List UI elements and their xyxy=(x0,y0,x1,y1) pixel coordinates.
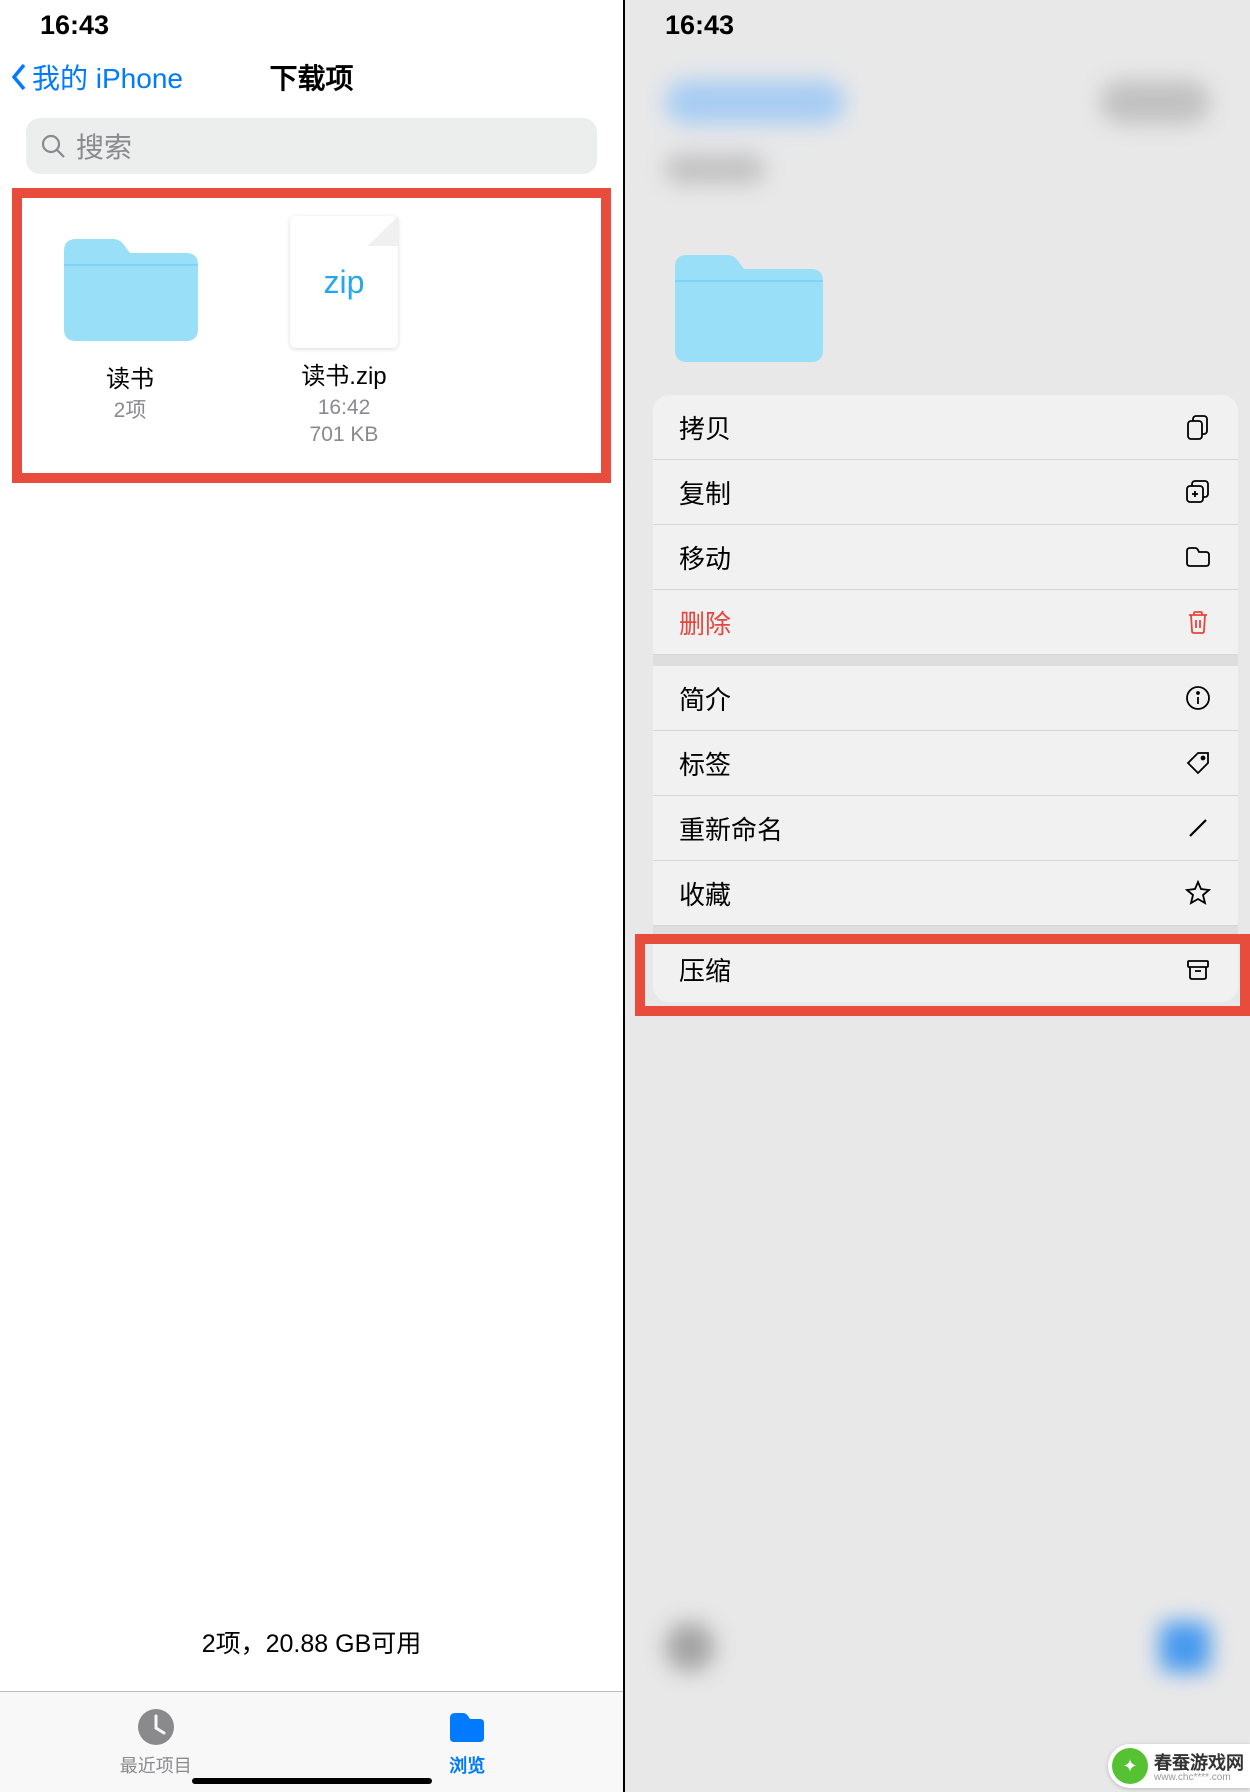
menu-label: 删除 xyxy=(679,604,731,641)
search-placeholder: 搜索 xyxy=(76,126,132,166)
tab-bar: 最近项目 浏览 xyxy=(0,1692,623,1792)
info-icon xyxy=(1184,684,1212,712)
menu-item-tags[interactable]: 标签 xyxy=(653,731,1238,796)
zip-file-name: 读书.zip xyxy=(301,356,386,391)
archive-icon xyxy=(1184,956,1212,984)
menu-item-move[interactable]: 移动 xyxy=(653,525,1238,590)
tab-browse[interactable]: 浏览 xyxy=(312,1692,624,1792)
folder-item[interactable]: 读书 2项 xyxy=(50,216,210,449)
trash-icon xyxy=(1184,608,1212,636)
watermark-logo-icon: ✦ xyxy=(1112,1748,1148,1784)
menu-item-copy[interactable]: 拷贝 xyxy=(653,395,1238,460)
search-input[interactable]: 搜索 xyxy=(26,118,597,174)
nav-bar: 我的 iPhone 下载项 xyxy=(0,50,623,110)
search-icon xyxy=(40,133,66,159)
status-bar: 16:43 xyxy=(0,0,623,50)
watermark: ✦ 春蚕游戏网 www.chc****.com xyxy=(1108,1744,1250,1788)
pencil-icon xyxy=(1184,814,1212,842)
menu-item-delete[interactable]: 删除 xyxy=(653,590,1238,655)
folder-name: 读书 xyxy=(106,359,154,394)
tag-icon xyxy=(1184,749,1212,777)
tab-browse-label: 浏览 xyxy=(449,1752,485,1778)
menu-label: 标签 xyxy=(679,745,731,782)
menu-item-compress[interactable]: 压缩 xyxy=(653,937,1238,1002)
chevron-left-icon xyxy=(10,63,28,91)
menu-label: 收藏 xyxy=(679,875,731,912)
menu-item-rename[interactable]: 重新命名 xyxy=(653,796,1238,861)
zip-badge-text: zip xyxy=(324,264,365,301)
menu-label: 移动 xyxy=(679,539,731,576)
menu-label: 重新命名 xyxy=(679,810,783,847)
highlight-box-files: 读书 2项 zip 读书.zip 16:42 701 KB xyxy=(12,188,611,483)
folder-preview-icon xyxy=(669,245,829,365)
folder-tab-icon xyxy=(446,1706,488,1748)
menu-item-info[interactable]: 简介 xyxy=(653,666,1238,731)
screen-right-context-menu: 16:43 拷贝 复制 移动 删除 简介 标签 xyxy=(625,0,1250,1792)
menu-label: 压缩 xyxy=(679,951,731,988)
star-icon xyxy=(1184,879,1212,907)
status-bar: 16:43 xyxy=(625,0,1250,50)
back-label: 我的 iPhone xyxy=(32,57,183,97)
back-button[interactable]: 我的 iPhone xyxy=(10,57,183,97)
menu-item-duplicate[interactable]: 复制 xyxy=(653,460,1238,525)
zip-file-size: 701 KB xyxy=(310,421,379,448)
storage-summary: 2项，20.88 GB可用 xyxy=(0,1612,623,1672)
menu-item-favorite[interactable]: 收藏 xyxy=(653,861,1238,926)
tab-recent[interactable]: 最近项目 xyxy=(0,1692,312,1792)
watermark-url: www.chc****.com xyxy=(1154,1772,1244,1783)
menu-separator xyxy=(653,655,1238,666)
tab-recent-label: 最近项目 xyxy=(120,1752,192,1778)
page-title: 下载项 xyxy=(269,57,353,97)
home-indicator[interactable] xyxy=(192,1778,432,1784)
screen-left-files-app: 16:43 我的 iPhone 下载项 搜索 读书 2项 zi xyxy=(0,0,625,1792)
status-time: 16:43 xyxy=(40,10,109,41)
zip-file-time: 16:42 xyxy=(318,394,371,421)
zip-file-icon: zip xyxy=(290,216,398,348)
status-time: 16:43 xyxy=(665,10,734,41)
zip-file-item[interactable]: zip 读书.zip 16:42 701 KB xyxy=(264,216,424,449)
copy-icon xyxy=(1184,413,1212,441)
duplicate-icon xyxy=(1184,478,1212,506)
menu-label: 简介 xyxy=(679,680,731,717)
menu-label: 复制 xyxy=(679,474,731,511)
folder-icon xyxy=(58,229,203,344)
folder-icon xyxy=(1184,543,1212,571)
context-menu: 拷贝 复制 移动 删除 简介 标签 重新命名 收藏 xyxy=(653,395,1238,1002)
clock-icon xyxy=(135,1706,177,1748)
menu-separator xyxy=(653,926,1238,937)
menu-label: 拷贝 xyxy=(679,409,731,446)
folder-meta: 2项 xyxy=(114,397,147,424)
